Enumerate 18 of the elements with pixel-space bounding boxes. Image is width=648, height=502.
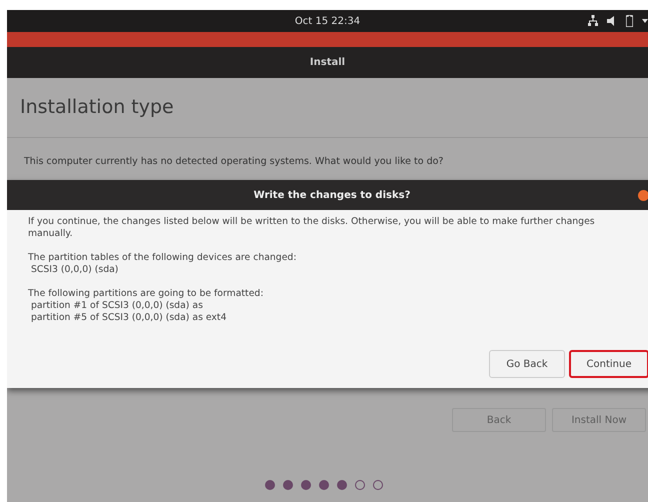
- dialog-text: partition #5 of SCSI3 (0,0,0) (sda) as ext4: [30, 312, 228, 324]
- dialog-button[interactable]: Go Back: [489, 350, 565, 378]
- window-title: Install: [310, 57, 346, 68]
- question-text: This computer currently has no detected operating systems. What would you like to do?: [23, 155, 444, 167]
- dialog-text: SCSI3 (0,0,0) (sda): [30, 264, 120, 276]
- dialog-text: The following partitions are going to be formatted:: [28, 288, 264, 300]
- network-icon[interactable]: [588, 15, 598, 27]
- battery-icon[interactable]: [626, 15, 633, 27]
- close-icon[interactable]: [638, 190, 648, 201]
- page-heading: Installation type: [19, 95, 175, 120]
- dialog-text: If you continue, the changes listed below will be written to the disks. Otherwise, you will be able to make further changes manually.: [28, 216, 596, 240]
- dialog-title: Write the changes to disks?: [254, 190, 410, 200]
- clock: Oct 15 22:34: [294, 16, 360, 26]
- dropdown-arrow-icon[interactable]: [642, 19, 648, 23]
- dialog-text: The partition tables of the following devices are changed:: [28, 252, 298, 264]
- speaker-icon[interactable]: [607, 16, 617, 26]
- dialog-text: partition #1 of SCSI3 (0,0,0) (sda) as: [30, 300, 204, 312]
- dialog-button[interactable]: Continue: [569, 350, 648, 378]
